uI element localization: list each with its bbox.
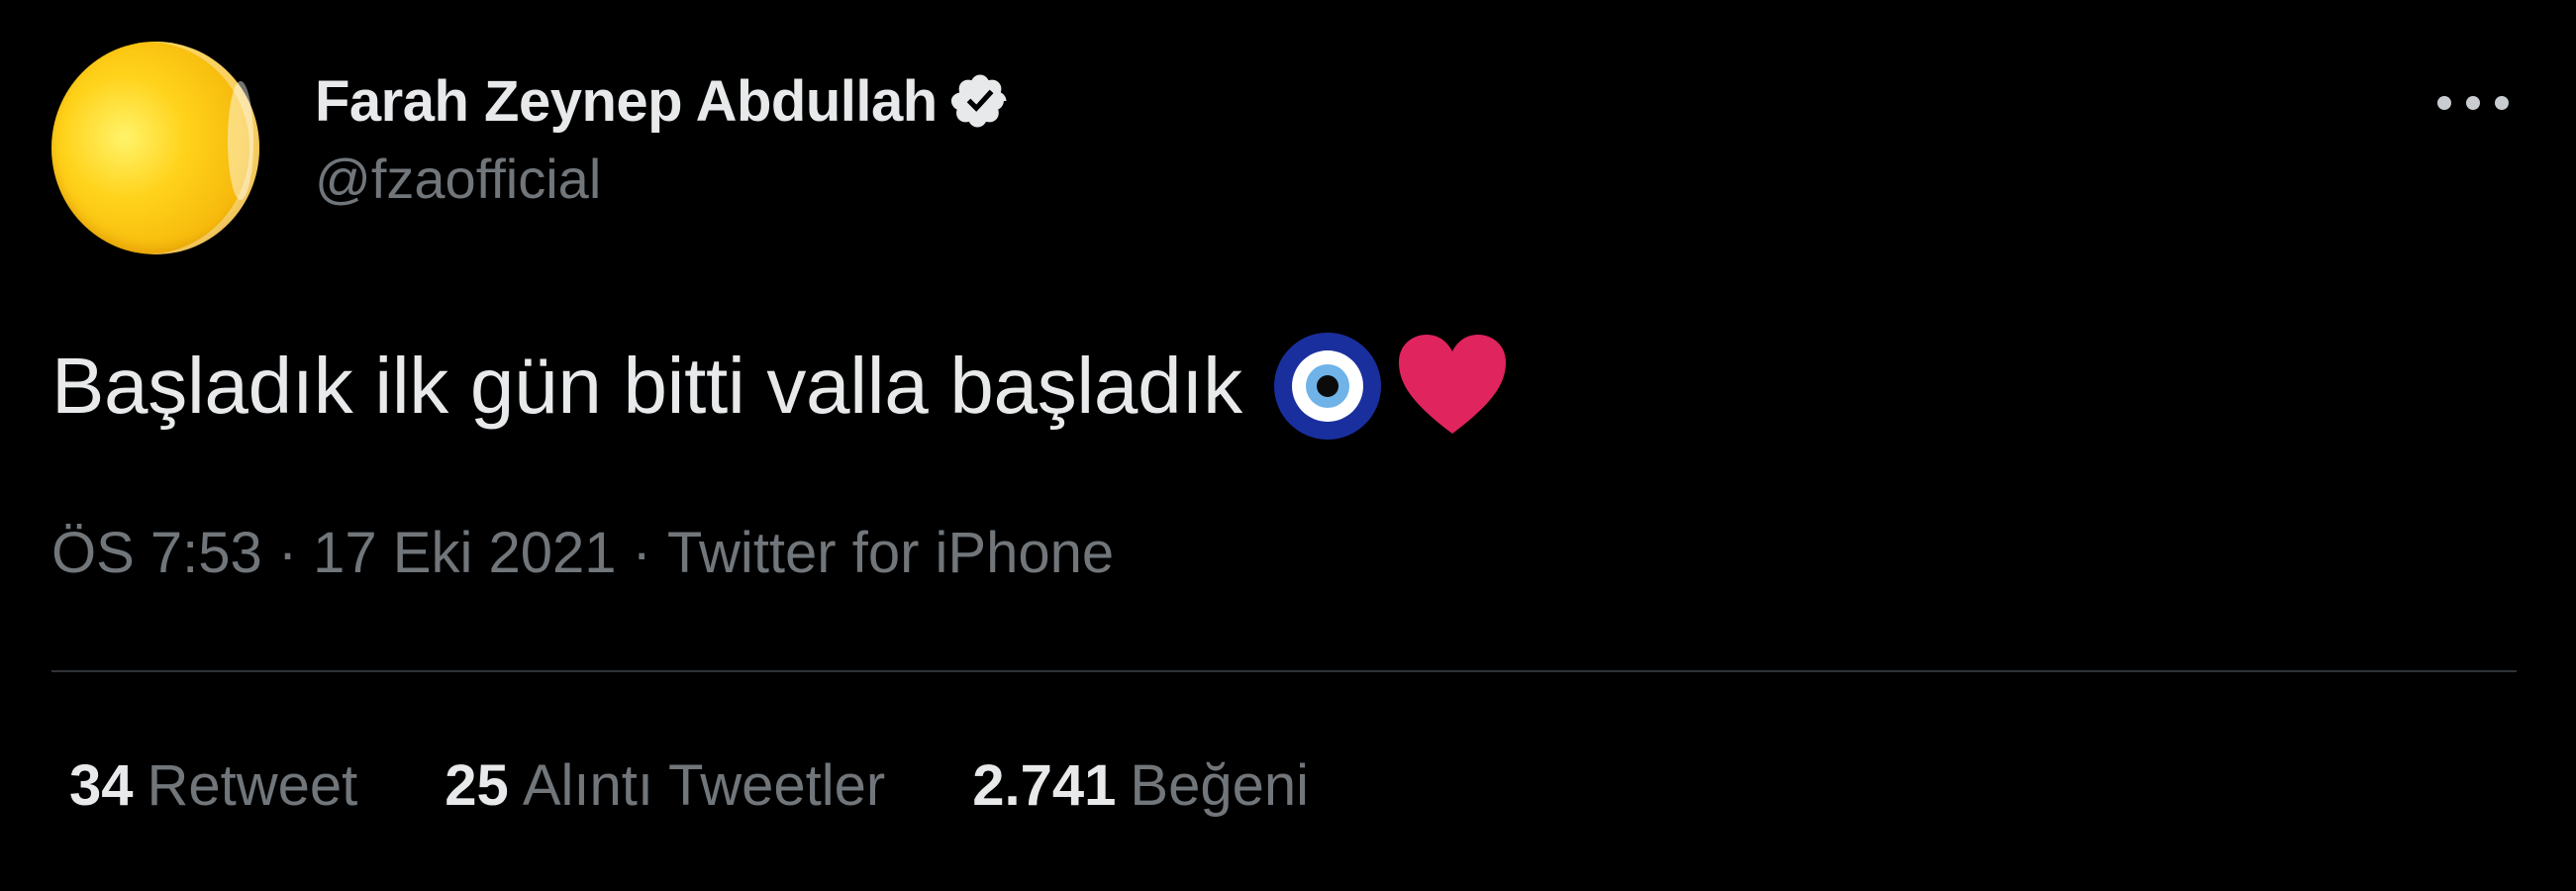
more-options-icon[interactable] xyxy=(2437,83,2509,123)
meta-separator: · xyxy=(632,521,651,585)
retweet-label: Retweet xyxy=(147,753,358,818)
tweet-body: Başladık ilk gün bitti valla başladık xyxy=(51,342,1242,430)
like-stat[interactable]: 2.741 Beğeni xyxy=(972,752,1309,819)
tweet-time[interactable]: ÖS 7:53 xyxy=(51,520,262,586)
tweet-meta: ÖS 7:53 · 17 Eki 2021 · Twitter for iPho… xyxy=(51,520,1114,586)
tweet-date[interactable]: 17 Eki 2021 xyxy=(313,520,616,586)
author-handle[interactable]: @fzaofficial xyxy=(315,147,1011,211)
tweet-source[interactable]: Twitter for iPhone xyxy=(667,520,1114,586)
avatar[interactable] xyxy=(51,42,259,254)
divider xyxy=(51,670,2517,672)
like-count: 2.741 xyxy=(972,753,1117,818)
nazar-amulet-icon xyxy=(1273,333,1381,440)
retweet-count: 34 xyxy=(69,753,134,818)
tweet-header: Farah Zeynep Abdullah @fzaofficial xyxy=(315,61,1011,211)
author-display-name[interactable]: Farah Zeynep Abdullah xyxy=(315,68,938,135)
red-heart-icon xyxy=(1398,335,1506,434)
quote-tweet-label: Alıntı Tweetler xyxy=(522,753,886,818)
tweet-detail: Farah Zeynep Abdullah @fzaofficial Başla… xyxy=(0,0,2576,891)
meta-separator: · xyxy=(277,521,298,585)
like-label: Beğeni xyxy=(1130,753,1310,818)
quote-tweet-count: 25 xyxy=(445,753,509,818)
retweet-stat[interactable]: 34 Retweet xyxy=(69,752,357,819)
name-row: Farah Zeynep Abdullah xyxy=(315,61,1011,141)
tweet-stats: 34 Retweet 25 Alıntı Tweetler 2.741 Beğe… xyxy=(69,752,1396,819)
verified-badge-icon xyxy=(950,74,1007,128)
tweet-text: Başladık ilk gün bitti valla başladık xyxy=(51,327,1512,446)
quote-tweet-stat[interactable]: 25 Alıntı Tweetler xyxy=(445,752,885,819)
